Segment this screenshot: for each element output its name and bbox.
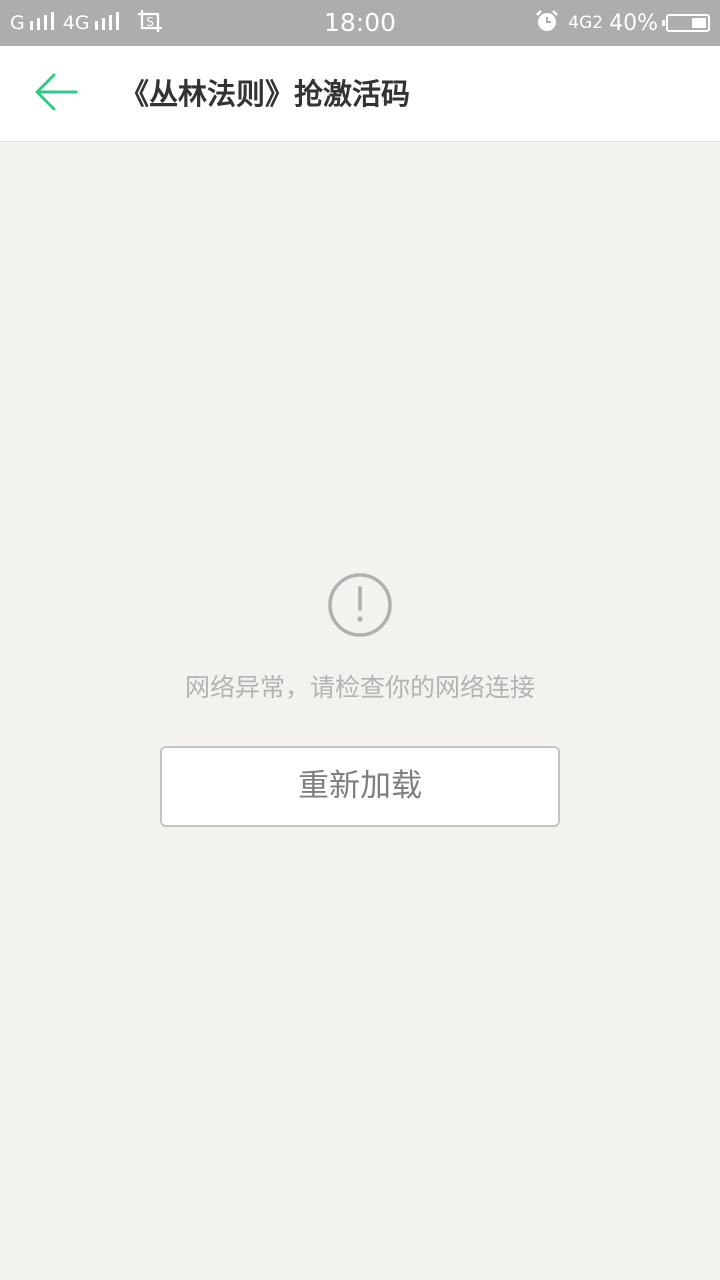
alarm-icon (534, 8, 560, 39)
battery-percent: 40% (609, 10, 658, 36)
battery-icon (662, 14, 710, 32)
page-title: 《丛林法则》抢激活码 (120, 77, 411, 111)
exclamation-circle-icon (327, 572, 393, 638)
status-bar: G 4G S 18:00 4G2 40% (0, 0, 720, 46)
error-message: 网络异常，请检查你的网络连接 (184, 673, 535, 702)
back-button[interactable] (30, 68, 82, 120)
reload-button[interactable]: 重新加载 (160, 746, 560, 827)
network-type-label: 4G2 (568, 12, 604, 33)
status-bar-right: 4G2 40% (534, 0, 710, 46)
back-arrow-icon (34, 72, 78, 116)
app-bar: 《丛林法则》抢激活码 (0, 46, 720, 142)
